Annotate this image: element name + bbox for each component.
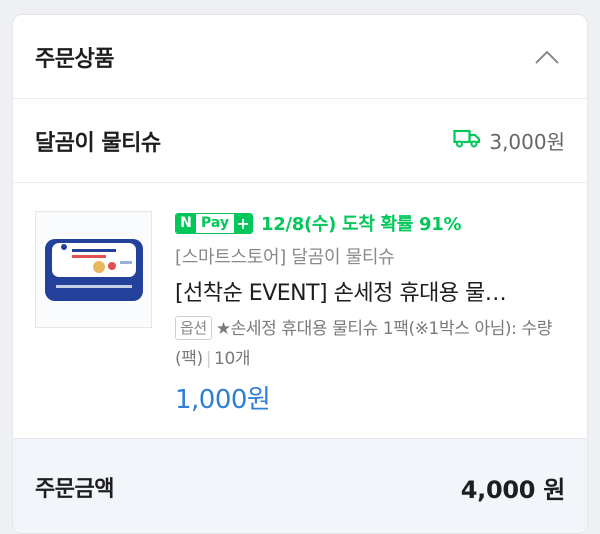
item-info: N Pay + 12/8(수) 도착 확률 91% [스마트스토어] 달곰이 물… <box>175 211 575 416</box>
seller-name[interactable]: [스마트스토어] 달곰이 물티슈 <box>175 243 575 269</box>
chevron-up-icon[interactable] <box>533 43 561 71</box>
product-option: 옵션 ★손세정 휴대용 물티슈 1팩(※1박스 아님): 수량(팩) | 10개 <box>175 314 575 374</box>
npay-plus-badge: N Pay + <box>175 212 254 234</box>
store-name[interactable]: 달곰이 물티슈 <box>35 125 161 157</box>
option-quantity: 10개 <box>214 349 251 369</box>
order-items-card: 주문상품 달곰이 물티슈 3,000원 N Pay + 12/8(수) 도착 확… <box>12 14 588 534</box>
product-title[interactable]: [선착순 EVENT] 손세정 휴대용 물… <box>175 275 565 307</box>
shipping-fee: 3,000원 <box>453 126 565 155</box>
truck-icon <box>453 128 481 153</box>
total-value: 4,000 원 <box>460 475 566 504</box>
order-total-row: 주문금액 4,000 원 <box>13 438 587 533</box>
divider: | <box>205 349 212 369</box>
shipping-fee-value: 3,000원 <box>489 130 565 154</box>
item-price: 1,000원 <box>175 385 271 415</box>
store-row: 달곰이 물티슈 3,000원 <box>13 99 587 183</box>
wet-tissue-pack-image <box>44 238 143 301</box>
order-item[interactable]: N Pay + 12/8(수) 도착 확률 91% [스마트스토어] 달곰이 물… <box>13 183 587 438</box>
total-label: 주문금액 <box>35 477 114 502</box>
section-header[interactable]: 주문상품 <box>13 15 587 99</box>
product-thumbnail[interactable] <box>35 211 152 328</box>
delivery-estimate: N Pay + 12/8(수) 도착 확률 91% <box>175 211 575 235</box>
section-title: 주문상품 <box>35 46 114 72</box>
arrival-probability: 12/8(수) 도착 확률 91% <box>261 214 462 235</box>
plus-icon: + <box>234 213 253 233</box>
npay-pay-text: Pay <box>201 215 230 231</box>
option-tag: 옵션 <box>175 316 212 340</box>
npay-n-logo: N <box>176 213 196 233</box>
